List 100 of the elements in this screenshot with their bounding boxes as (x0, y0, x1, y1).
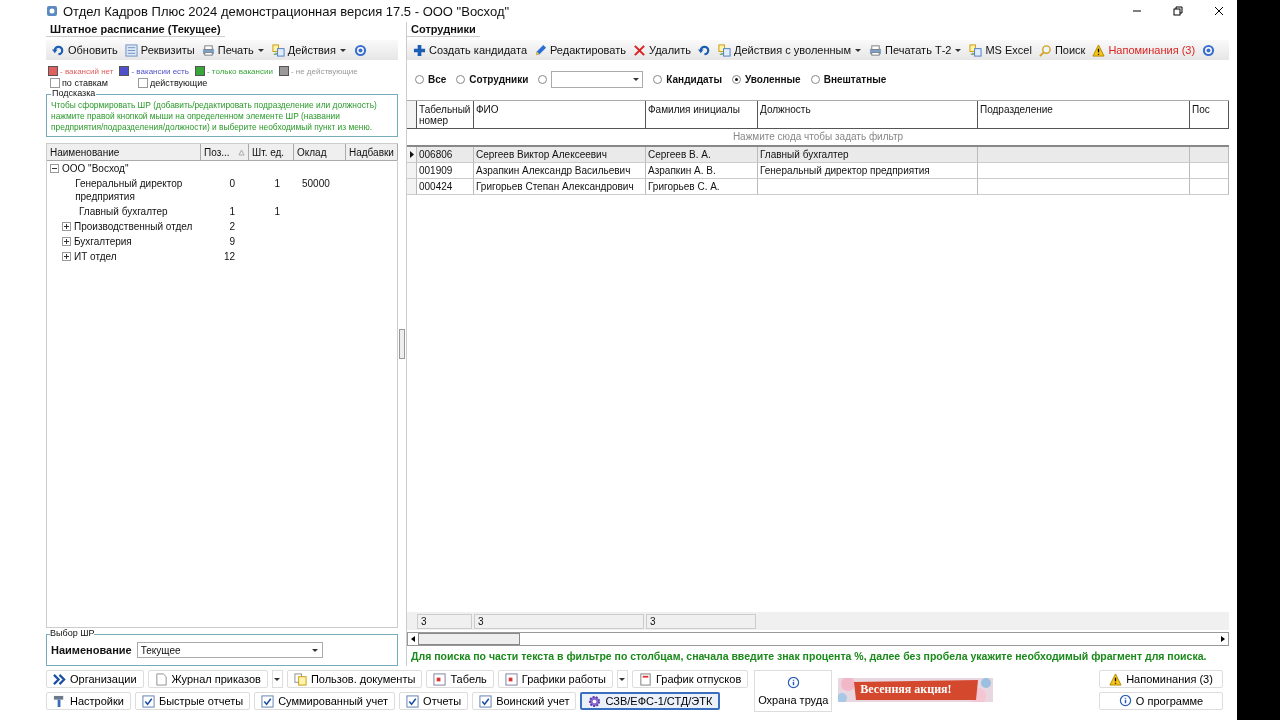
radio-label[interactable]: Сотрудники (469, 73, 529, 85)
table-cell (1190, 163, 1229, 179)
toolbar-button[interactable]: Обновить (52, 43, 118, 57)
table-cell: Сергеев В. А. (646, 147, 758, 163)
nav-button[interactable]: Настройки (46, 692, 131, 710)
radio-label[interactable]: Внештатные (823, 73, 887, 85)
column-header[interactable]: Наименование (47, 144, 201, 160)
column-header[interactable]: Оклад (294, 144, 346, 160)
nav-button[interactable]: СЗВ/ЕФС-1/СТД/ЭТК (580, 692, 721, 710)
search-icon (1038, 43, 1052, 57)
radio-label[interactable]: Кандидаты (666, 73, 722, 85)
radio-label[interactable]: Уволенные (745, 73, 801, 85)
nav-button[interactable]: Табель (426, 670, 494, 688)
dropdown-button[interactable] (271, 670, 283, 688)
dropdown-field[interactable] (551, 70, 644, 88)
table-cell: Генеральный директор предприятия (758, 163, 978, 179)
toolbar-button[interactable]: Печатать Т-2 (869, 43, 963, 57)
nav-button[interactable]: Журнал приказов (147, 670, 268, 688)
toolbar-button[interactable]: Поиск (1038, 43, 1086, 57)
radio-label[interactable]: Все (428, 73, 447, 85)
tree-item[interactable]: ООО "Восход" (62, 162, 129, 175)
checkbox-label[interactable]: по ставкам (62, 78, 108, 88)
tree-item[interactable]: Бухгалтерия (74, 235, 132, 248)
nav-button[interactable]: График отпусков (631, 670, 749, 688)
close-icon[interactable] (1214, 6, 1224, 16)
nav-button[interactable]: Пользов. документы (286, 670, 423, 688)
filter-hint[interactable]: Нажмите сюда чтобы задать фильтр (407, 129, 1229, 145)
legend-label: - вакансий нет (60, 66, 114, 76)
radio-button[interactable] (415, 74, 424, 84)
info-icon (1118, 694, 1132, 708)
nav-button[interactable]: Суммированный учет (254, 692, 396, 710)
column-header[interactable]: Табельный номер (417, 101, 474, 129)
column-header[interactable]: Фамилия инициалы (646, 101, 758, 129)
nav-button[interactable]: Быстрые отчеты (134, 692, 251, 710)
toolbar-button[interactable]: Редактировать (534, 43, 626, 57)
tree-item[interactable]: Главный бухгалтер (79, 205, 168, 218)
nav-button[interactable]: Графики работы (497, 670, 613, 688)
tree-cell: 9 (229, 236, 235, 247)
column-header[interactable]: Надбавки (346, 144, 398, 160)
group-title: Выбор ШР (50, 628, 95, 638)
toolbar-button[interactable] (698, 43, 711, 57)
gear-icon (588, 694, 602, 708)
checkbox-icon (261, 694, 275, 708)
caret-icon (273, 675, 282, 683)
toolbar-button[interactable]: Действия с уволенным (718, 43, 863, 57)
table-cell (1190, 179, 1229, 195)
expand-toggle[interactable] (62, 222, 71, 231)
promo-banner[interactable]: Весенняя акция! (838, 678, 994, 702)
radio-button[interactable] (732, 74, 741, 84)
checkbox-label[interactable]: действующие (150, 78, 208, 88)
column-header[interactable]: Поз... (201, 144, 249, 160)
restore-icon[interactable] (1173, 6, 1183, 16)
help-icon[interactable] (1202, 43, 1216, 57)
toolbar-button[interactable]: Удалить (633, 43, 691, 57)
legend-label: - не действующие (290, 66, 358, 76)
column-header[interactable]: Пос (1190, 101, 1229, 129)
nav-button[interactable]: Организации (46, 670, 144, 688)
header-corner (407, 101, 417, 129)
expand-toggle[interactable] (62, 252, 71, 261)
tree-item[interactable]: ИТ отдел (74, 250, 117, 263)
checkbox[interactable] (138, 78, 148, 88)
table-cell: Григорьев Степан Александрович (474, 179, 646, 195)
toolbar-button[interactable]: Реквизиты (124, 43, 195, 57)
delete-icon (633, 43, 646, 57)
nav-button[interactable]: Воинский учет (472, 692, 577, 710)
nav-button[interactable]: Отчеты (399, 692, 469, 710)
toolbar-button[interactable]: MS Excel (969, 43, 1032, 57)
nav-button[interactable]: О программе (1099, 692, 1223, 710)
checkbox[interactable] (50, 78, 60, 88)
radio-button[interactable] (456, 74, 466, 84)
scrollbar-thumb[interactable] (418, 633, 520, 645)
panel-title: Сотрудники (407, 22, 480, 37)
list-icon (124, 43, 138, 57)
radio-button[interactable] (653, 74, 663, 84)
column-header[interactable]: Должность (758, 101, 978, 129)
toolbar-button[interactable]: Печать (201, 43, 265, 57)
expand-toggle[interactable] (62, 237, 71, 246)
toolbar-button[interactable]: Создать кандидата (413, 43, 527, 57)
splitter-handle[interactable] (399, 329, 405, 359)
legend-label: - только вакансии (206, 66, 273, 76)
help-icon[interactable] (353, 43, 367, 57)
toolbar-button[interactable]: Действия (271, 43, 347, 57)
radio-button[interactable] (810, 74, 820, 84)
column-header[interactable]: ФИО (474, 101, 646, 129)
dropdown-button[interactable] (616, 670, 628, 688)
nav-button[interactable]: Напоминания (3) (1099, 670, 1223, 688)
column-header[interactable]: Шт. ед. (249, 144, 294, 160)
table-cell: 006806 (417, 147, 474, 163)
radio-button[interactable] (538, 74, 548, 84)
tree-item[interactable]: Генеральный директор предприятия (75, 177, 198, 203)
expand-toggle[interactable] (50, 164, 59, 173)
toolbar-button[interactable]: Напоминания (3) (1092, 43, 1196, 57)
nav-button[interactable]: Охрана труда (754, 670, 833, 712)
dropdown-field[interactable]: Текущее (136, 642, 323, 658)
tree-cell: 1 (229, 206, 235, 217)
warning-icon (1092, 43, 1106, 57)
column-header[interactable]: Подразделение (978, 101, 1190, 129)
documents-icon (271, 43, 285, 57)
tree-item[interactable]: Производственный отдел (74, 220, 193, 233)
tree-cell: 2 (229, 221, 235, 232)
